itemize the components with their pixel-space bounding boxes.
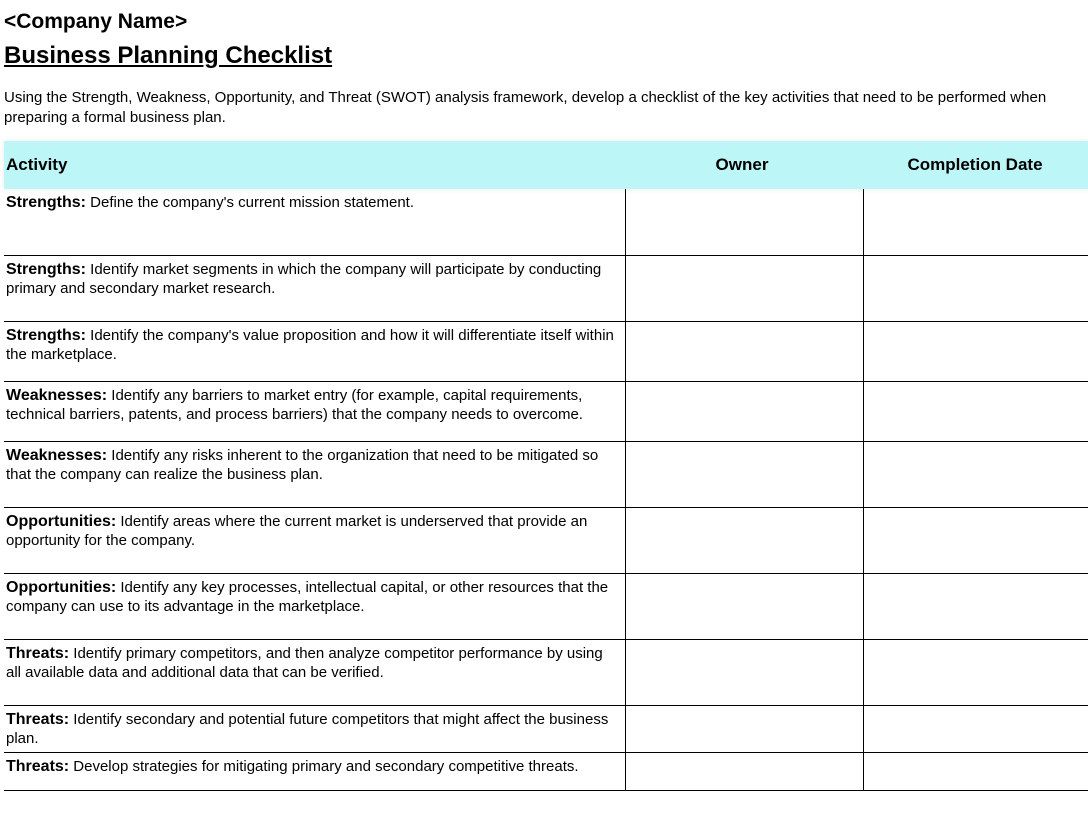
table-row: Weaknesses: Identify any barriers to mar… (4, 381, 1088, 441)
owner-cell (625, 753, 863, 791)
activity-category: Threats: (6, 758, 69, 775)
document-title: Business Planning Checklist (4, 42, 1084, 70)
activity-category: Weaknesses: (6, 387, 107, 404)
activity-text: Develop strategies for mitigating primar… (69, 758, 578, 775)
activity-category: Opportunities: (6, 513, 116, 530)
owner-cell (625, 573, 863, 639)
activity-category: Strengths: (6, 327, 86, 344)
header-owner: Owner (625, 141, 863, 189)
activity-text: Identify primary competitors, and then a… (6, 645, 603, 681)
table-row: Threats: Develop strategies for mitigati… (4, 753, 1088, 791)
table-row: Threats: Identify secondary and potentia… (4, 705, 1088, 753)
owner-cell (625, 255, 863, 321)
activity-cell: Weaknesses: Identify any barriers to mar… (4, 381, 625, 441)
completion-date-cell (863, 381, 1088, 441)
completion-date-cell (863, 321, 1088, 381)
table-header-row: Activity Owner Completion Date (4, 141, 1088, 189)
completion-date-cell (863, 189, 1088, 255)
activity-category: Threats: (6, 711, 69, 728)
header-completion-date: Completion Date (863, 141, 1088, 189)
activity-text: Identify secondary and potential future … (6, 711, 608, 747)
table-row: Weaknesses: Identify any risks inherent … (4, 441, 1088, 507)
owner-cell (625, 441, 863, 507)
activity-cell: Opportunities: Identify any key processe… (4, 573, 625, 639)
completion-date-cell (863, 705, 1088, 753)
activity-category: Threats: (6, 645, 69, 662)
activity-category: Strengths: (6, 261, 86, 278)
checklist-table: Activity Owner Completion Date Strengths… (4, 141, 1088, 791)
activity-text: Define the company's current mission sta… (86, 194, 414, 211)
table-row: Opportunities: Identify any key processe… (4, 573, 1088, 639)
owner-cell (625, 189, 863, 255)
table-row: Threats: Identify primary competitors, a… (4, 639, 1088, 705)
completion-date-cell (863, 441, 1088, 507)
completion-date-cell (863, 639, 1088, 705)
owner-cell (625, 507, 863, 573)
activity-text: Identify market segments in which the co… (6, 261, 601, 297)
activity-category: Strengths: (6, 194, 86, 211)
intro-paragraph: Using the Strength, Weakness, Opportunit… (4, 88, 1084, 127)
activity-cell: Weaknesses: Identify any risks inherent … (4, 441, 625, 507)
owner-cell (625, 639, 863, 705)
activity-cell: Strengths: Define the company's current … (4, 189, 625, 255)
table-row: Strengths: Identify market segments in w… (4, 255, 1088, 321)
header-activity: Activity (4, 141, 625, 189)
activity-cell: Strengths: Identify market segments in w… (4, 255, 625, 321)
owner-cell (625, 705, 863, 753)
activity-cell: Threats: Develop strategies for mitigati… (4, 753, 625, 791)
completion-date-cell (863, 753, 1088, 791)
owner-cell (625, 321, 863, 381)
completion-date-cell (863, 507, 1088, 573)
activity-text: Identify the company's value proposition… (6, 327, 614, 363)
owner-cell (625, 381, 863, 441)
table-row: Opportunities: Identify areas where the … (4, 507, 1088, 573)
completion-date-cell (863, 255, 1088, 321)
activity-cell: Opportunities: Identify areas where the … (4, 507, 625, 573)
activity-category: Opportunities: (6, 579, 116, 596)
activity-cell: Threats: Identify secondary and potentia… (4, 705, 625, 753)
table-row: Strengths: Identify the company's value … (4, 321, 1088, 381)
activity-cell: Strengths: Identify the company's value … (4, 321, 625, 381)
activity-cell: Threats: Identify primary competitors, a… (4, 639, 625, 705)
company-name: <Company Name> (4, 10, 1084, 34)
completion-date-cell (863, 573, 1088, 639)
activity-category: Weaknesses: (6, 447, 107, 464)
table-row: Strengths: Define the company's current … (4, 189, 1088, 255)
